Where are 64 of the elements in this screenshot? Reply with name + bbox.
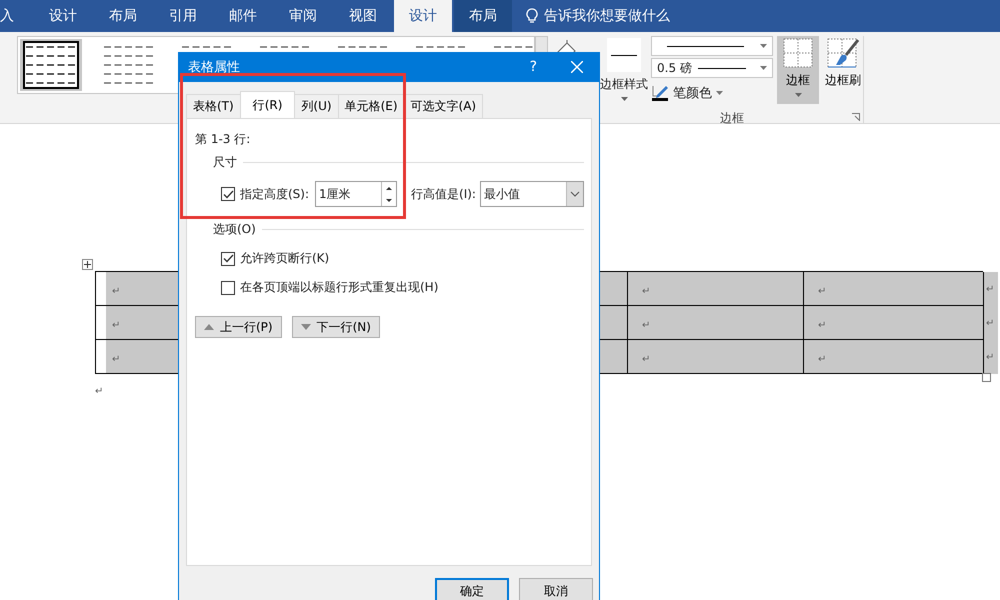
ribbon-tab[interactable]: 视图 (334, 0, 392, 32)
checkbox[interactable] (221, 187, 235, 201)
row-nav-button[interactable]: 上一行(P) (195, 316, 282, 338)
triangle-down-icon (300, 324, 311, 330)
pen-weight-dropdown[interactable]: 0.5 磅 (651, 58, 773, 78)
pen-color-button[interactable]: 笔颜色 (651, 84, 773, 102)
caret-icon (760, 44, 767, 48)
table-cell: ↵ (804, 340, 984, 374)
dialog-tab[interactable]: 表格(T) (186, 94, 241, 118)
window-title: 表格属性 (188, 59, 241, 76)
ribbon-tab[interactable]: 布局 (94, 0, 152, 32)
ok-button[interactable]: 确定 (435, 578, 509, 600)
lightbulb-icon (526, 8, 538, 24)
table-cell: ↵ (804, 306, 984, 340)
table-cell: ↵ (628, 272, 804, 306)
table-cell: ↵ (804, 272, 984, 306)
end-of-row-mark: ↵ (984, 340, 998, 374)
caret-icon (794, 93, 802, 97)
pen-icon (651, 84, 669, 102)
group-label: 边框 (719, 110, 745, 127)
ribbon-tab[interactable]: 布局 (454, 0, 512, 32)
checkbox-label: 指定高度(S): (240, 186, 310, 202)
border-painter-icon (827, 38, 859, 68)
caret-icon (620, 97, 628, 101)
border-painter-button[interactable]: 边框刷 (823, 36, 863, 104)
row-height-dropdown[interactable]: 最小值 (480, 181, 584, 207)
borders-icon (783, 38, 813, 68)
ribbon-tab[interactable]: 审阅 (274, 0, 332, 32)
checkbox-label: 允许跨页断行(K) (240, 250, 330, 267)
ribbon-tab[interactable]: 设计 (34, 0, 92, 32)
table-cell: ↵ (628, 306, 804, 340)
dialog-launcher-icon[interactable] (852, 113, 860, 121)
ribbon-tab[interactable]: 邮件 (214, 0, 272, 32)
checkbox[interactable] (221, 252, 235, 266)
section-heading: 选项(O) (213, 221, 256, 238)
resize-handle[interactable] (982, 373, 991, 382)
checkbox[interactable] (221, 280, 235, 294)
ribbon-tab[interactable]: 引用 (154, 0, 212, 32)
move-handle-icon[interactable] (82, 259, 93, 270)
caret-icon (760, 66, 767, 70)
triangle-up-icon (204, 324, 214, 330)
end-of-row-mark: ↵ (984, 272, 998, 306)
height-spin-field[interactable]: 1厘米 (315, 181, 398, 207)
dialog-tab[interactable]: 可选文字(A) (404, 94, 484, 118)
end-of-row-mark: ↵ (984, 306, 998, 340)
dialog-tab[interactable]: 行(R) (240, 91, 296, 118)
ribbon-tab[interactable]: 入 (0, 0, 24, 32)
ribbon-tab[interactable]: 设计 (394, 0, 452, 32)
field-label: 行高值是(I): (411, 186, 476, 202)
borders-button[interactable]: 边框 (777, 36, 819, 104)
border-styles-button[interactable]: 边框样式 (601, 36, 647, 104)
table-style-thumbnail[interactable] (20, 39, 82, 91)
cancel-button[interactable]: 取消 (519, 578, 593, 600)
help-button[interactable]: ? (524, 58, 543, 76)
table-cell: ↵ (628, 340, 804, 374)
row-nav-button[interactable]: 下一行(N) (292, 316, 380, 338)
close-icon[interactable] (571, 61, 583, 73)
paragraph-mark: ↵ (95, 386, 104, 397)
section-heading: 尺寸 (213, 154, 237, 171)
caret-icon (716, 91, 723, 95)
chevron-down-icon (570, 191, 580, 197)
line-style-dropdown[interactable] (651, 36, 773, 56)
rows-label: 第 1-3 行: (195, 131, 252, 148)
tell-me-field[interactable]: 告诉我你想要做什么 (514, 0, 670, 32)
